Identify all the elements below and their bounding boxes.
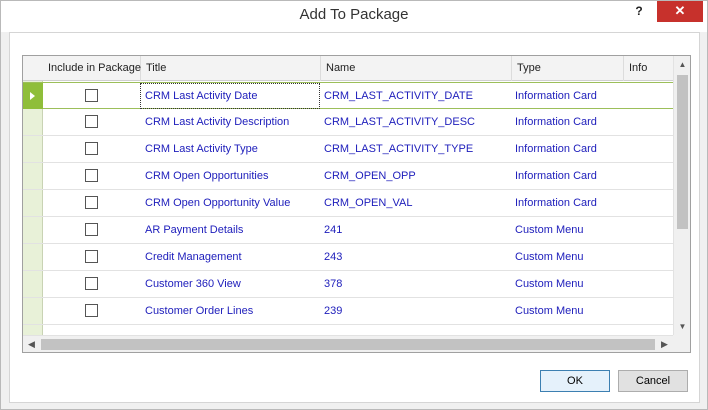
vertical-scroll-thumb[interactable] [677,75,688,229]
row-selector[interactable] [23,244,43,270]
include-checkbox[interactable] [85,196,98,209]
table-row[interactable]: CRM Last Activity Description CRM_LAST_AC… [23,109,673,136]
chevron-up-icon[interactable]: ▲ [674,56,690,73]
cell-type[interactable]: Custom Menu [515,217,622,243]
cell-type[interactable]: Custom Menu [515,271,622,297]
include-checkbox[interactable] [85,169,98,182]
chevron-down-icon[interactable]: ▼ [674,318,690,335]
cell-type[interactable]: Custom Menu [515,244,622,270]
cell-info[interactable] [627,190,671,216]
cell-type[interactable]: Information Card [515,83,622,109]
cell-title[interactable]: CRM Open Opportunity Value [145,190,317,216]
cell-name[interactable]: 241 [324,217,510,243]
table-row[interactable]: CRM Open Opportunity Value CRM_OPEN_VAL In… [23,190,673,217]
table-row[interactable]: CRM Last Activity Date CRM_LAST_ACTIVITY_… [23,82,673,109]
table-row[interactable]: CRM Open Opportunities CRM_OPEN_OPP Inform… [23,163,673,190]
table-row[interactable]: Credit Management 243 Custom Menu [23,244,673,271]
package-items-grid: Include in Package Title Name Type Info … [22,55,691,353]
cell-title[interactable]: AR Payment Details [145,217,317,243]
include-checkbox[interactable] [85,115,98,128]
cell-name[interactable]: CRM_LAST_ACTIVITY_TYPE [324,136,510,162]
cell-name[interactable]: CRM_LAST_ACTIVITY_DESC [324,109,510,135]
row-selector[interactable] [23,136,43,162]
ok-button[interactable]: OK [540,370,610,392]
column-header-title[interactable]: Title [141,56,321,81]
cell-type[interactable]: Information Card [515,136,622,162]
cell-type[interactable]: Information Card [515,109,622,135]
grid-header: Include in Package Title Name Type Info [23,56,673,81]
cell-name[interactable]: 378 [324,271,510,297]
cell-type[interactable]: Information Card [515,190,622,216]
cell-info[interactable] [627,136,671,162]
cell-type[interactable]: Custom Menu [515,298,622,324]
row-selector[interactable] [23,83,43,109]
table-row[interactable]: AR Payment Details 241 Custom Menu [23,217,673,244]
cell-name[interactable]: CRM_OPEN_VAL [324,190,510,216]
include-checkbox[interactable] [85,304,98,317]
add-to-package-dialog: Add To Package ? ✕ Include in Package Ti… [0,0,708,410]
row-selector[interactable] [23,271,43,297]
include-checkbox[interactable] [85,142,98,155]
cell-info[interactable] [627,109,671,135]
scrollbar-corner [673,335,690,352]
focused-cell-outline [140,83,320,109]
cell-info[interactable] [627,163,671,189]
close-button[interactable]: ✕ [657,1,703,22]
dialog-content: Include in Package Title Name Type Info … [9,32,700,403]
cell-info[interactable] [627,217,671,243]
include-checkbox[interactable] [85,250,98,263]
horizontal-scroll-thumb[interactable] [41,339,655,350]
include-checkbox[interactable] [85,89,98,102]
play-arrow-icon [30,92,35,100]
cell-title[interactable]: CRM Open Opportunities [145,163,317,189]
cell-name[interactable]: CRM_OPEN_OPP [324,163,510,189]
dialog-title: Add To Package [299,6,409,23]
table-row[interactable]: CRM Last Activity Type CRM_LAST_ACTIVITY_… [23,136,673,163]
vertical-scrollbar[interactable]: ▲ ▼ [673,56,690,335]
column-header-info[interactable]: Info [624,56,673,81]
help-button[interactable]: ? [624,1,654,23]
table-row[interactable]: Customer Order Lines 239 Custom Menu [23,298,673,325]
row-selector[interactable] [23,298,43,324]
close-icon: ✕ [674,3,686,18]
column-header-include[interactable]: Include in Package [43,56,141,81]
cell-info[interactable] [627,271,671,297]
cell-title[interactable]: Credit Management [145,244,317,270]
row-selector[interactable] [23,217,43,243]
title-bar: Add To Package ? ✕ [1,1,707,32]
row-selector[interactable] [23,163,43,189]
chevron-left-icon[interactable]: ◀ [23,336,40,352]
cell-name[interactable]: 239 [324,298,510,324]
row-selector[interactable] [23,190,43,216]
cell-type[interactable]: Information Card [515,163,622,189]
table-row[interactable]: Customer 360 View 378 Custom Menu [23,271,673,298]
cell-title[interactable]: CRM Last Activity Type [145,136,317,162]
horizontal-scrollbar[interactable]: ◀ ▶ [23,335,673,352]
include-checkbox[interactable] [85,223,98,236]
column-header-type[interactable]: Type [512,56,624,81]
include-checkbox[interactable] [85,277,98,290]
column-header-name[interactable]: Name [321,56,512,81]
cell-name[interactable]: CRM_LAST_ACTIVITY_DATE [324,83,510,109]
cancel-button[interactable]: Cancel [618,370,688,392]
row-selector[interactable] [23,109,43,135]
cell-title[interactable]: CRM Last Activity Description [145,109,317,135]
cell-name[interactable]: 243 [324,244,510,270]
chevron-right-icon[interactable]: ▶ [656,336,673,352]
cell-info[interactable] [627,244,671,270]
cell-title[interactable]: Customer 360 View [145,271,317,297]
cell-title[interactable]: Customer Order Lines [145,298,317,324]
cell-info[interactable] [627,83,671,109]
cell-info[interactable] [627,298,671,324]
